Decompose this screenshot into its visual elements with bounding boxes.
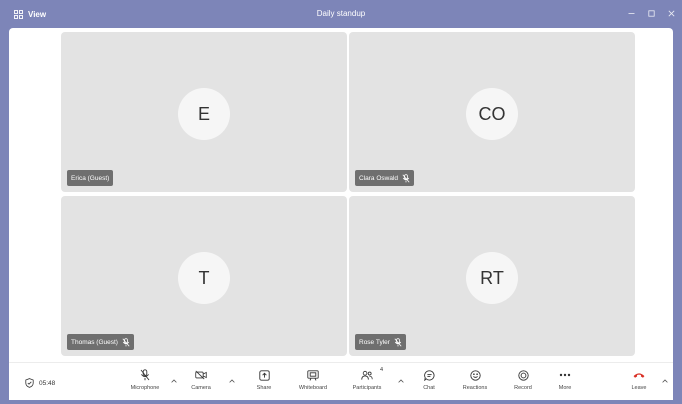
participant-tile-rose[interactable]: RT Rose Tyler [349, 196, 635, 356]
leave-label: Leave [631, 385, 647, 391]
leave-options-button[interactable] [661, 377, 669, 385]
microphone-button[interactable]: Microphone [123, 369, 167, 399]
avatar: RT [466, 252, 518, 304]
meeting-toolbar: 05:48 Microphone Camera Share Whiteboard [9, 362, 673, 400]
mic-muted-icon [394, 337, 402, 346]
chevron-up-icon [398, 379, 404, 383]
chevron-up-icon [662, 379, 668, 383]
participants-label: Participants [352, 385, 382, 391]
leave-button[interactable]: Leave [617, 369, 661, 399]
camera-off-icon [195, 370, 207, 380]
hang-up-icon [633, 373, 645, 378]
camera-options-button[interactable] [228, 377, 236, 385]
avatar: CO [466, 88, 518, 140]
record-label: Record [514, 385, 532, 391]
timer-text: 05:48 [39, 379, 56, 387]
reactions-button[interactable]: Reactions [453, 369, 497, 399]
share-label: Share [256, 385, 272, 391]
participant-name-tag: Thomas (Guest) [67, 334, 134, 350]
smiley-icon [469, 369, 481, 381]
participant-tile-clara[interactable]: CO Clara Oswald [349, 32, 635, 192]
minimize-button[interactable] [624, 6, 638, 20]
more-button[interactable]: More [543, 369, 587, 399]
participant-tile-thomas[interactable]: T Thomas (Guest) [61, 196, 347, 356]
close-button[interactable] [664, 6, 678, 20]
maximize-icon [647, 9, 655, 17]
close-icon [668, 10, 674, 16]
microphone-off-icon [140, 369, 150, 381]
more-dots-icon [559, 373, 571, 377]
chat-icon [423, 369, 434, 381]
mic-muted-icon [402, 173, 410, 182]
record-button[interactable]: Record [501, 369, 545, 399]
microphone-label: Microphone [130, 385, 160, 391]
participant-name-tag: Erica (Guest) [67, 170, 114, 186]
maximize-button[interactable] [644, 6, 658, 20]
avatar: E [178, 88, 230, 140]
participant-name: Erica (Guest) [71, 174, 110, 182]
microphone-options-button[interactable] [170, 377, 178, 385]
whiteboard-icon [307, 369, 319, 381]
participant-name: Rose Tyler [359, 338, 390, 346]
chevron-up-icon [229, 379, 235, 383]
chat-label: Chat [423, 385, 435, 391]
participant-tile-erica[interactable]: E Erica (Guest) [61, 32, 347, 192]
camera-button[interactable]: Camera [179, 369, 223, 399]
participant-name-tag: Clara Oswald [355, 170, 415, 186]
participants-icon [361, 370, 373, 380]
chevron-up-icon [171, 379, 177, 383]
participant-name-tag: Rose Tyler [355, 334, 406, 350]
camera-label: Camera [191, 385, 211, 391]
video-stage: E Erica (Guest) CO Clara Oswald T Thomas… [9, 28, 673, 362]
share-screen-icon [258, 369, 270, 381]
chat-button[interactable]: Chat [407, 369, 451, 399]
participant-name: Clara Oswald [359, 174, 399, 182]
participants-options-button[interactable] [397, 377, 405, 385]
participants-button[interactable]: Participants [345, 369, 389, 399]
minimize-icon [628, 12, 634, 14]
meeting-timer: 05:48 [25, 377, 55, 389]
participant-name: Thomas (Guest) [71, 338, 118, 346]
whiteboard-button[interactable]: Whiteboard [291, 369, 335, 399]
participants-count: 4 [380, 367, 384, 373]
mic-muted-icon [122, 337, 130, 346]
meeting-title: Daily standup [316, 9, 366, 18]
title-bar: View Daily standup [0, 0, 682, 28]
share-button[interactable]: Share [242, 369, 286, 399]
whiteboard-label: Whiteboard [298, 385, 328, 391]
shield-check-icon [25, 378, 34, 388]
avatar: T [178, 252, 230, 304]
reactions-label: Reactions [462, 385, 488, 391]
more-label: More [558, 385, 572, 391]
record-icon [517, 369, 529, 381]
